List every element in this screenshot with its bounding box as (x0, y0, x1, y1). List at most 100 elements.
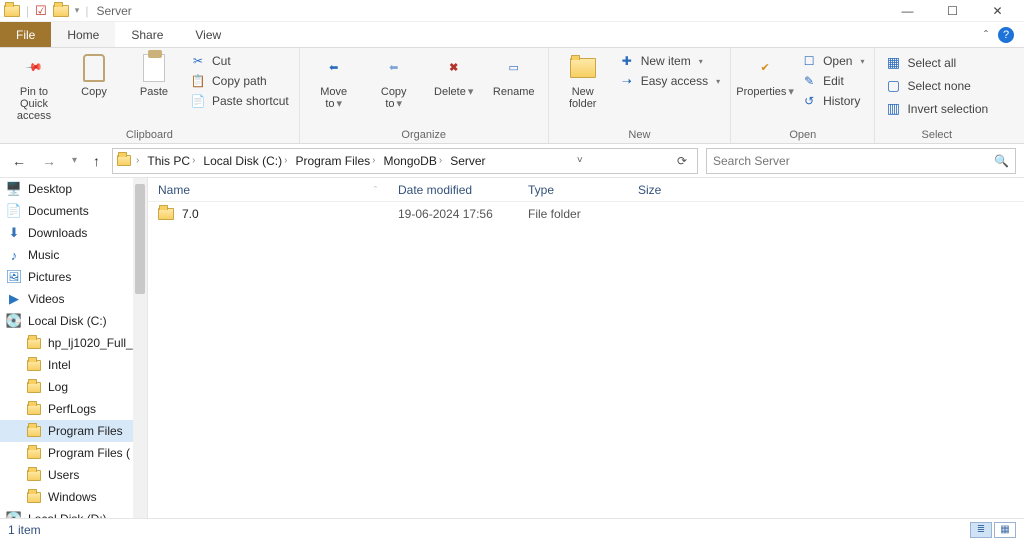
col-type[interactable]: Type (518, 178, 628, 201)
tree-item-4[interactable]: 🖼 Pictures (0, 266, 133, 288)
crumb-0[interactable]: This PC› (144, 154, 198, 168)
tree-item-3[interactable]: ♪Music (0, 244, 133, 266)
file-row-0[interactable]: 7.019-06-2024 17:56File folder (148, 202, 1024, 226)
group-label-open: Open (739, 127, 866, 141)
crumb-1[interactable]: Local Disk (C:)› (200, 154, 290, 168)
tree-item-label: Local Disk (D:) (28, 512, 107, 518)
tab-file[interactable]: File (0, 22, 51, 47)
close-button[interactable]: ✕ (975, 0, 1020, 22)
group-organize: ⬅ Move to▾ ⬅ Copy to▾ ✖ Delete▾ ▭ Rename… (300, 48, 549, 143)
tree-item-14[interactable]: Windows (0, 486, 133, 508)
copy-to-button[interactable]: ⬅ Copy to▾ (368, 52, 420, 110)
folder-icon (26, 360, 42, 371)
col-name[interactable]: Nameˆ (148, 178, 388, 201)
tab-home[interactable]: Home (51, 22, 115, 47)
group-label-select: Select (883, 127, 990, 141)
crumb-3[interactable]: MongoDB› (380, 154, 445, 168)
tree-item-15[interactable]: 💽Local Disk (D:) (0, 508, 133, 518)
main-area: 🖥️Desktop📄Documents⬇Downloads♪Music 🖼 Pict… (0, 178, 1024, 518)
paste-shortcut-button[interactable]: 📄Paste shortcut (188, 92, 291, 110)
new-folder-icon (570, 58, 596, 78)
copy-path-button[interactable]: 📋Copy path (188, 72, 291, 90)
copy-button[interactable]: Copy (68, 52, 120, 98)
recent-locations-button[interactable]: ▾ (68, 153, 81, 168)
up-button[interactable]: ↑ (89, 151, 104, 171)
col-size[interactable]: Size (628, 178, 708, 201)
ribbon: 📌 Pin to Quick access Copy Paste ✂Cut 📋C… (0, 48, 1024, 144)
history-button[interactable]: ↺History (799, 92, 866, 110)
tree-item-0[interactable]: 🖥️Desktop (0, 178, 133, 200)
view-large-icons-button[interactable]: ▦ (994, 522, 1016, 538)
tree-item-label: Windows (48, 490, 97, 504)
tree-item-9[interactable]: Log (0, 376, 133, 398)
cut-button[interactable]: ✂Cut (188, 52, 291, 70)
qat-properties-icon[interactable]: ☑ (35, 3, 47, 19)
address-dropdown-icon[interactable]: ˅ (571, 155, 589, 166)
help-icon[interactable]: ? (998, 27, 1014, 43)
tree-item-5[interactable]: ▶Videos (0, 288, 133, 310)
new-folder-button[interactable]: New folder (557, 52, 609, 110)
col-date[interactable]: Date modified (388, 178, 518, 201)
navigation-tree[interactable]: 🖥️Desktop📄Documents⬇Downloads♪Music 🖼 Pict… (0, 178, 148, 518)
tree-item-label: Pictures (28, 270, 71, 284)
tab-share[interactable]: Share (115, 22, 179, 47)
address-bar[interactable]: › This PC› Local Disk (C:)› Program File… (112, 148, 698, 174)
qat-folder-icon[interactable] (53, 5, 69, 17)
move-to-button[interactable]: ⬅ Move to▾ (308, 52, 360, 110)
search-icon[interactable]: 🔍 (994, 154, 1009, 168)
tree-scrollbar[interactable] (133, 178, 147, 518)
pin-to-quick-access-button[interactable]: 📌 Pin to Quick access (8, 52, 60, 122)
delete-icon: ✖ (449, 62, 458, 74)
pic-icon: 🖼 (6, 269, 22, 285)
invert-selection-button[interactable]: ▥Invert selection (883, 98, 990, 119)
tree-item-1[interactable]: 📄Documents (0, 200, 133, 222)
open-button[interactable]: ☐Open▾ (799, 52, 866, 70)
delete-button[interactable]: ✖ Delete▾ (428, 52, 480, 98)
refresh-button[interactable]: ⟳ (671, 154, 693, 168)
tab-view[interactable]: View (179, 22, 237, 47)
folder-icon (4, 5, 20, 17)
tree-item-label: Program Files ( (48, 446, 130, 460)
tree-item-label: Videos (28, 292, 64, 306)
file-list-pane: Nameˆ Date modified Type Size 7.019-06-2… (148, 178, 1024, 518)
paste-button[interactable]: Paste (128, 52, 180, 98)
tree-item-13[interactable]: Users (0, 464, 133, 486)
properties-button[interactable]: ✔ Properties▾ (739, 52, 791, 98)
crumb-4[interactable]: Server (447, 154, 488, 168)
qat-divider: | (26, 4, 29, 18)
forward-button[interactable]: → (38, 151, 60, 171)
search-box[interactable]: 🔍 (706, 148, 1016, 174)
ribbon-collapse-icon[interactable]: ˆ (984, 28, 988, 42)
folder-icon (26, 382, 42, 393)
new-item-button[interactable]: ✚New item▾ (617, 52, 722, 70)
select-none-button[interactable]: ▢Select none (883, 75, 990, 96)
tree-item-label: Local Disk (C:) (28, 314, 107, 328)
ribbon-tabs: File Home Share View ˆ ? (0, 22, 1024, 48)
select-all-button[interactable]: ▦Select all (883, 52, 990, 73)
window-title: Server (96, 4, 131, 18)
tree-item-11[interactable]: Program Files (0, 420, 133, 442)
easy-access-button[interactable]: ➝Easy access▾ (617, 72, 722, 90)
disk-icon: 💽 (6, 313, 22, 329)
column-headers[interactable]: Nameˆ Date modified Type Size (148, 178, 1024, 202)
minimize-button[interactable]: — (885, 0, 930, 22)
tree-item-label: Downloads (28, 226, 87, 240)
tree-scroll-thumb[interactable] (135, 184, 145, 294)
tree-item-12[interactable]: Program Files ( (0, 442, 133, 464)
breadcrumb-root[interactable]: › (133, 155, 142, 166)
search-input[interactable] (713, 154, 994, 168)
tree-item-2[interactable]: ⬇Downloads (0, 222, 133, 244)
edit-button[interactable]: ✎Edit (799, 72, 866, 90)
tree-item-7[interactable]: hp_lj1020_Full_ (0, 332, 133, 354)
tree-item-6[interactable]: 💽 Local Disk (C:) (0, 310, 133, 332)
view-details-button[interactable]: ≣ (970, 522, 992, 538)
tree-item-label: Documents (28, 204, 89, 218)
back-button[interactable]: ← (8, 151, 30, 171)
maximize-button[interactable]: ☐ (930, 0, 975, 22)
qat-dropdown-icon[interactable]: ▾ (75, 5, 80, 16)
tree-item-8[interactable]: Intel (0, 354, 133, 376)
rename-button[interactable]: ▭ Rename (488, 52, 540, 98)
crumb-2[interactable]: Program Files› (292, 154, 378, 168)
tree-item-label: Desktop (28, 182, 72, 196)
tree-item-10[interactable]: PerfLogs (0, 398, 133, 420)
